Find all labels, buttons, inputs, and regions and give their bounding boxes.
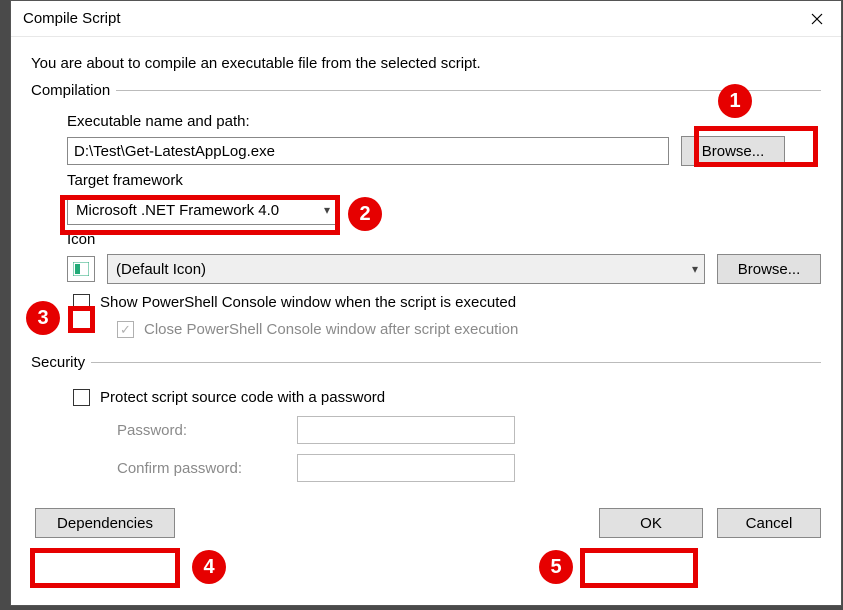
icon-dropdown[interactable]: (Default Icon) ▾ [107, 254, 705, 284]
show-console-checkbox-row[interactable]: Show PowerShell Console window when the … [73, 294, 821, 311]
confirm-password-input [297, 454, 515, 482]
cancel-button[interactable]: Cancel [717, 508, 821, 538]
chevron-down-icon: ▾ [324, 203, 330, 217]
exe-path-label: Executable name and path: [67, 113, 821, 130]
protect-checkbox[interactable] [73, 389, 90, 406]
ok-button[interactable]: OK [599, 508, 703, 538]
protect-checkbox-row[interactable]: Protect script source code with a passwo… [73, 389, 821, 406]
target-framework-value: Microsoft .NET Framework 4.0 [76, 202, 279, 219]
window-title: Compile Script [23, 10, 121, 27]
protect-label: Protect script source code with a passwo… [100, 389, 385, 406]
close-console-label: Close PowerShell Console window after sc… [144, 321, 518, 338]
intro-text: You are about to compile an executable f… [31, 55, 821, 72]
security-group: Security Protect script source code with… [31, 354, 821, 490]
security-legend: Security [31, 354, 91, 371]
icon-label: Icon [67, 231, 821, 248]
chevron-down-icon: ▾ [692, 262, 698, 276]
close-icon[interactable] [793, 1, 841, 37]
close-console-checkbox: ✓ [117, 321, 134, 338]
browse-icon-button[interactable]: Browse... [717, 254, 821, 284]
confirm-password-label: Confirm password: [117, 460, 297, 477]
dialog-window: Compile Script You are about to compile … [10, 0, 842, 606]
compilation-legend: Compilation [31, 82, 116, 99]
titlebar: Compile Script [11, 1, 841, 37]
password-grid: Password: Confirm password: [117, 416, 821, 482]
exe-path-input[interactable] [67, 137, 669, 165]
password-label: Password: [117, 422, 297, 439]
target-framework-label: Target framework [67, 172, 821, 189]
target-framework-dropdown[interactable]: Microsoft .NET Framework 4.0 ▾ [67, 195, 337, 225]
show-console-label: Show PowerShell Console window when the … [100, 294, 516, 311]
close-console-checkbox-row: ✓ Close PowerShell Console window after … [117, 321, 821, 338]
dependencies-button[interactable]: Dependencies [35, 508, 175, 538]
show-console-checkbox[interactable] [73, 294, 90, 311]
icon-dropdown-value: (Default Icon) [116, 261, 206, 278]
dialog-footer: Dependencies OK Cancel [31, 500, 821, 538]
compilation-group: Compilation Executable name and path: Br… [31, 82, 821, 344]
icon-preview [67, 256, 95, 282]
dialog-content: You are about to compile an executable f… [11, 37, 841, 552]
browse-exe-button[interactable]: Browse... [681, 136, 785, 166]
password-input [297, 416, 515, 444]
